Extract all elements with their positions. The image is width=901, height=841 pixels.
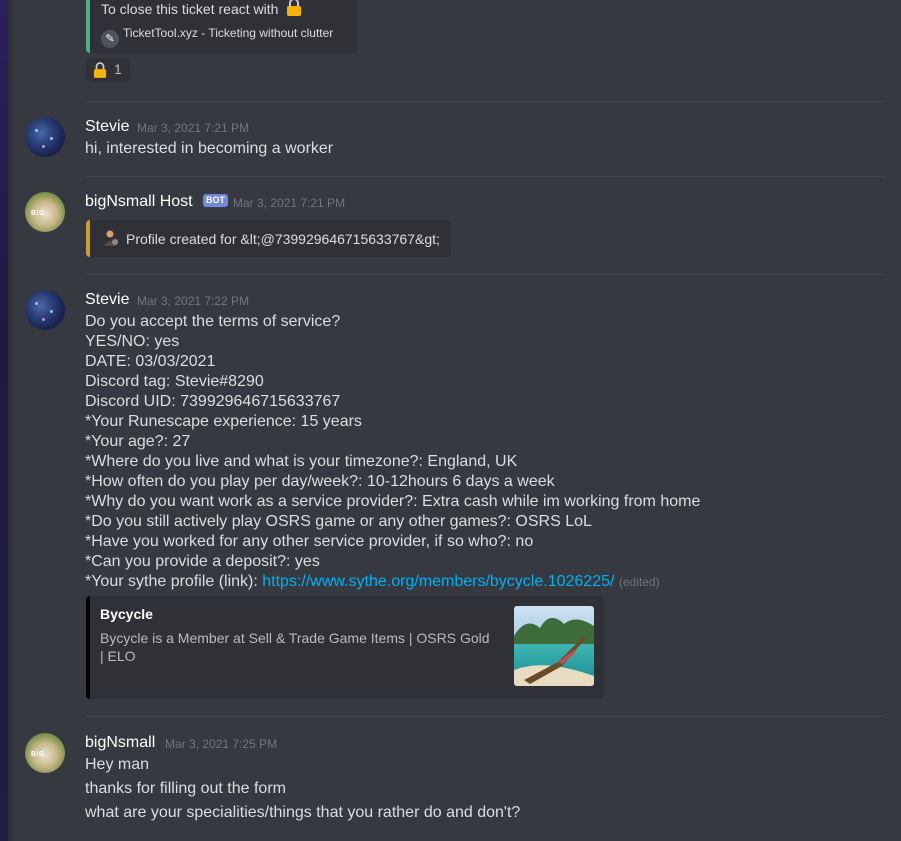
message-text: Discord UID: 739929646715633767 (85, 393, 341, 410)
message-text: DATE: 03/03/2021 (85, 353, 216, 370)
message-text: *How often do you play per day/week?: 10… (85, 473, 555, 490)
message-text: *Where do you live and what is your time… (85, 453, 518, 470)
message-divider (86, 101, 885, 102)
avatar[interactable] (25, 290, 65, 330)
ticket-close-text: To close this ticket react with (101, 0, 302, 19)
timestamp: Mar 3, 2021 7:25 PM (165, 737, 278, 751)
lock-reaction[interactable]: 1 (86, 58, 130, 82)
server-sidebar-edge (0, 0, 8, 841)
ticket-close-label: To close this ticket react with (101, 1, 279, 17)
message-text: *Why do you want work as a service provi… (85, 493, 701, 510)
avatar[interactable]: BIG (25, 733, 65, 773)
username[interactable]: Stevie (85, 291, 129, 309)
ticket-footer-text: TicketTool.xyz - Ticketing without clutt… (123, 26, 334, 40)
message-text: Hey man (85, 756, 150, 773)
message-text: *Do you still actively play OSRS game or… (85, 513, 592, 530)
message-text: *Your sythe profile (link): (85, 573, 263, 590)
avatar[interactable]: BIG (25, 192, 65, 232)
timestamp: Mar 3, 2021 7:21 PM (233, 196, 346, 210)
embed-accent-bar (86, 0, 90, 53)
reaction-count: 1 (114, 61, 122, 77)
ticket-embed: To close this ticket react with ✎ TicketT… (86, 0, 358, 53)
message-text: *Can you provide a deposit?: yes (85, 553, 320, 570)
ticket-footer: ✎ TicketTool.xyz - Ticketing without clut… (101, 26, 333, 48)
username[interactable]: Stevie (85, 118, 129, 136)
message-text: hi, interested in becoming a worker (85, 140, 334, 157)
message-divider (86, 274, 885, 275)
channel-list-edge (8, 0, 12, 841)
username[interactable]: bigNsmall Host (85, 193, 193, 211)
link-embed-thumbnail[interactable] (514, 606, 594, 686)
lock-icon (286, 0, 302, 19)
profile-embed: Profile created for &lt;@739929646715633… (86, 220, 451, 257)
message-text: YES/NO: yes (85, 333, 180, 350)
message-text: thanks for filling out the form (85, 780, 286, 797)
profile-embed-text: Profile created for &lt;@739929646715633… (126, 231, 440, 247)
timestamp: Mar 3, 2021 7:22 PM (137, 294, 250, 308)
profile-link[interactable]: https://www.sythe.org/members/bycycle.10… (262, 573, 614, 590)
embed-accent-bar (86, 220, 90, 257)
message-text: Do you accept the terms of service? (85, 313, 341, 330)
message-text-with-link: *Your sythe profile (link): https://www.… (85, 573, 660, 591)
lock-icon (93, 62, 107, 81)
username[interactable]: bigNsmall (85, 734, 155, 752)
embed-accent-bar (86, 596, 90, 699)
bot-badge: BOT (203, 194, 228, 207)
link-embed-title[interactable]: Bycycle (100, 606, 153, 622)
ticket-tool-icon: ✎ (101, 30, 119, 48)
message-divider (86, 716, 885, 717)
link-embed-description: | ELO (100, 648, 136, 664)
message-text: *Have you worked for any other service p… (85, 533, 534, 550)
link-embed-description: Bycycle is a Member at Sell & Trade Game… (100, 630, 490, 646)
link-embed: Bycycle Bycycle is a Member at Sell & Tr… (86, 596, 604, 699)
message-text: *Your age?: 27 (85, 433, 191, 450)
message-text: Discord tag: Stevie#8290 (85, 373, 264, 390)
message-text: *Your Runescape experience: 15 years (85, 413, 362, 430)
timestamp: Mar 3, 2021 7:21 PM (137, 121, 250, 135)
message-text: what are your specialities/things that y… (85, 804, 521, 821)
avatar[interactable] (25, 117, 65, 157)
message-divider (86, 176, 885, 177)
edited-marker: (edited) (618, 575, 660, 589)
user-profile-icon (102, 229, 120, 252)
